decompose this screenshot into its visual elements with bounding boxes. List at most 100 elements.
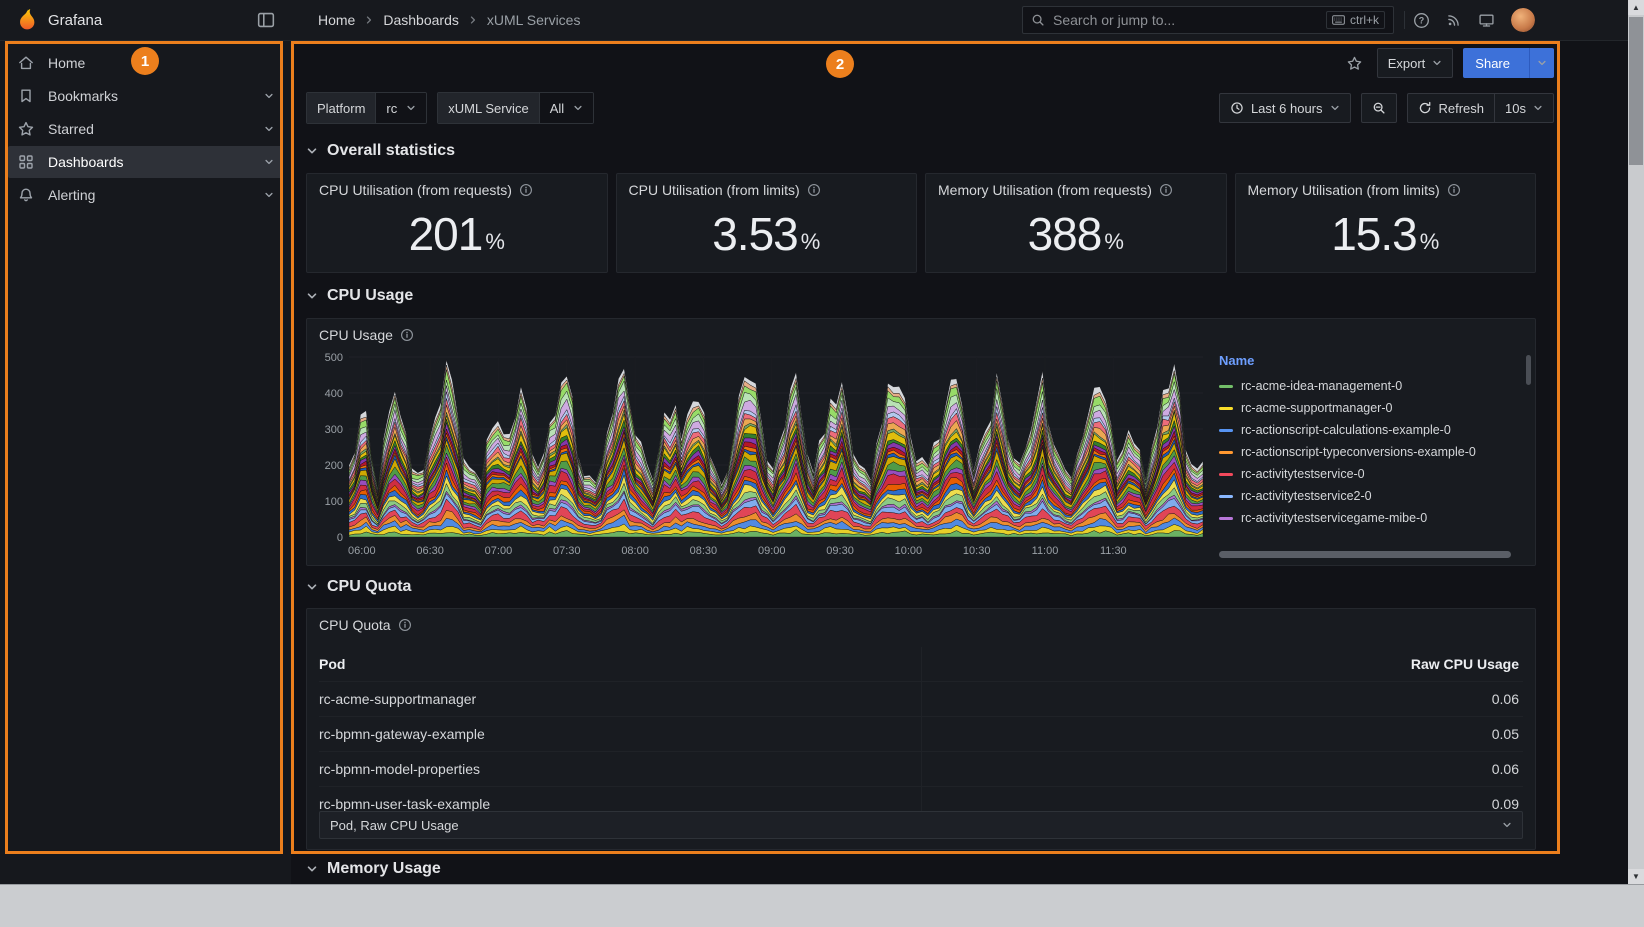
svg-text:11:30: 11:30 — [1100, 545, 1127, 557]
nav-divider — [1404, 11, 1405, 29]
page-scrollbar[interactable]: ▲ ▼ — [1628, 0, 1644, 884]
section-cpu-usage[interactable]: CPU Usage — [306, 287, 413, 305]
legend-item[interactable]: rc-actionscript-calculations-example-0 — [1219, 419, 1519, 441]
legend-name-header[interactable]: Name — [1219, 353, 1519, 368]
news-rss-icon[interactable] — [1446, 12, 1462, 28]
series-name: rc-activitytestservicegame-mibe-0 — [1241, 511, 1427, 525]
search-placeholder: Search or jump to... — [1053, 12, 1175, 28]
favorite-star-icon[interactable] — [1342, 55, 1367, 72]
sidebar-item-starred[interactable]: Starred — [8, 113, 283, 145]
time-range-picker[interactable]: Last 6 hours — [1219, 93, 1351, 123]
svg-text:09:00: 09:00 — [758, 545, 786, 557]
platform-variable: Platform rc — [306, 92, 427, 124]
svg-text:200: 200 — [325, 460, 343, 472]
legend-item[interactable]: rc-activitytestservice2-0 — [1219, 485, 1519, 507]
stat-panel-title: Memory Utilisation (from limits) — [1236, 174, 1536, 206]
screen-bottom-strip — [0, 884, 1644, 927]
cpu-quota-panel-title: CPU Quota — [307, 609, 1535, 641]
info-icon[interactable] — [519, 183, 533, 197]
share-menu-chevron-icon[interactable] — [1529, 48, 1554, 78]
series-color-swatch — [1219, 495, 1233, 498]
shortcut-badge: ctrl+k — [1326, 11, 1385, 29]
export-button[interactable]: Export — [1377, 48, 1454, 78]
sidebar-item-label: Bookmarks — [48, 88, 118, 104]
pod-cell: rc-acme-supportmanager — [319, 682, 921, 716]
chevron-down-icon[interactable] — [264, 157, 274, 167]
refresh-interval-select[interactable]: 10s — [1495, 93, 1554, 123]
xuml-service-select[interactable]: All — [539, 93, 593, 123]
dashboard-main: Export Share Platform rc xUML Service Al… — [291, 40, 1628, 884]
cpu-usage-panel: CPU Usage 010020030040050006:0006:3007:0… — [306, 318, 1536, 566]
refresh-button[interactable]: Refresh — [1407, 93, 1496, 123]
search-input[interactable]: Search or jump to... ctrl+k — [1022, 6, 1394, 34]
sidebar-item-label: Dashboards — [48, 154, 124, 170]
svg-text:08:00: 08:00 — [621, 545, 649, 557]
help-icon[interactable]: ? — [1413, 12, 1430, 29]
info-icon[interactable] — [807, 183, 821, 197]
breadcrumb-dashboards[interactable]: Dashboards — [383, 12, 459, 28]
table-row[interactable]: rc-bpmn-gateway-example0.05 — [319, 717, 1523, 752]
info-icon[interactable] — [398, 618, 412, 632]
cpu-usage-chart: 010020030040050006:0006:3007:0007:3008:0… — [315, 351, 1207, 561]
info-icon[interactable] — [1447, 183, 1461, 197]
sidebar-item-dashboards[interactable]: Dashboards — [8, 146, 283, 178]
scrollbar-up-arrow[interactable]: ▲ — [1628, 0, 1644, 15]
scrollbar-thumb[interactable] — [1629, 17, 1643, 165]
breadcrumb-home[interactable]: Home — [318, 12, 355, 28]
column-header-pod[interactable]: Pod — [319, 647, 921, 681]
legend-item[interactable]: rc-activitytestservicegame-mibe-0 — [1219, 507, 1519, 529]
series-name: rc-acme-idea-management-0 — [1241, 379, 1402, 393]
svg-text:07:00: 07:00 — [485, 545, 513, 557]
zoom-out-icon[interactable] — [1361, 93, 1397, 123]
sidebar-item-alerting[interactable]: Alerting — [8, 179, 283, 211]
legend-item[interactable]: rc-actionscript-typeconversions-example-… — [1219, 441, 1519, 463]
series-color-swatch — [1219, 407, 1233, 410]
svg-text:500: 500 — [325, 352, 343, 364]
share-button[interactable]: Share — [1463, 48, 1554, 78]
series-name: rc-activitytestservice-0 — [1241, 467, 1365, 481]
chevron-right-icon — [364, 15, 374, 25]
legend-item[interactable]: rc-acme-supportmanager-0 — [1219, 397, 1519, 419]
chevron-down-icon[interactable] — [264, 190, 274, 200]
star-icon — [17, 120, 35, 138]
section-overall-statistics[interactable]: Overall statistics — [306, 142, 455, 160]
sidebar-item-home[interactable]: Home — [8, 47, 283, 79]
info-icon[interactable] — [400, 328, 414, 342]
frame-select-dropdown[interactable]: Pod, Raw CPU Usage — [319, 811, 1523, 839]
dashboard-toolbar: Export Share — [306, 48, 1554, 78]
cpu-quota-panel: CPU Quota Pod Raw CPU Usage rc-acme-supp… — [306, 608, 1536, 850]
user-avatar[interactable] — [1511, 8, 1535, 32]
stat-panel: CPU Utilisation (from requests)201% — [306, 173, 608, 273]
svg-text:100: 100 — [325, 496, 343, 508]
section-memory-usage[interactable]: Memory Usage — [306, 860, 441, 878]
home-icon — [17, 54, 35, 72]
chevron-down-icon[interactable] — [264, 91, 274, 101]
pod-cell: rc-bpmn-gateway-example — [319, 717, 921, 751]
table-row[interactable]: rc-bpmn-model-properties0.06 — [319, 752, 1523, 787]
legend-item[interactable]: rc-acme-idea-management-0 — [1219, 375, 1519, 397]
legend-item[interactable]: rc-activitytestservice-0 — [1219, 463, 1519, 485]
info-icon[interactable] — [1159, 183, 1173, 197]
chevron-down-icon[interactable] — [264, 124, 274, 134]
monitor-icon[interactable] — [1478, 12, 1495, 29]
sidebar-item-bookmarks[interactable]: Bookmarks — [8, 80, 283, 112]
pod-cell: rc-bpmn-model-properties — [319, 752, 921, 786]
svg-text:400: 400 — [325, 388, 343, 400]
grafana-logo-icon[interactable] — [14, 7, 40, 33]
cpu-usage-legend: Name rc-acme-idea-management-0 rc-acme-su… — [1219, 353, 1519, 541]
stat-value: 3.53% — [617, 206, 917, 272]
scrollbar-down-arrow[interactable]: ▼ — [1628, 869, 1644, 884]
sidebar-item-label: Starred — [48, 121, 94, 137]
section-cpu-quota[interactable]: CPU Quota — [306, 578, 411, 596]
svg-text:07:30: 07:30 — [553, 545, 581, 557]
table-row[interactable]: rc-acme-supportmanager0.06 — [319, 682, 1523, 717]
platform-select[interactable]: rc — [375, 93, 426, 123]
legend-vertical-scrollbar[interactable] — [1526, 355, 1531, 385]
column-header-raw-cpu-usage[interactable]: Raw CPU Usage — [921, 647, 1523, 681]
cpu-usage-legend-list: rc-acme-idea-management-0 rc-acme-support… — [1219, 375, 1519, 529]
sidebar-toggle-icon[interactable] — [256, 10, 276, 30]
svg-text:09:30: 09:30 — [826, 545, 854, 557]
legend-horizontal-scrollbar[interactable] — [1219, 551, 1511, 558]
chevron-right-icon — [468, 15, 478, 25]
svg-text:11:00: 11:00 — [1032, 545, 1059, 557]
